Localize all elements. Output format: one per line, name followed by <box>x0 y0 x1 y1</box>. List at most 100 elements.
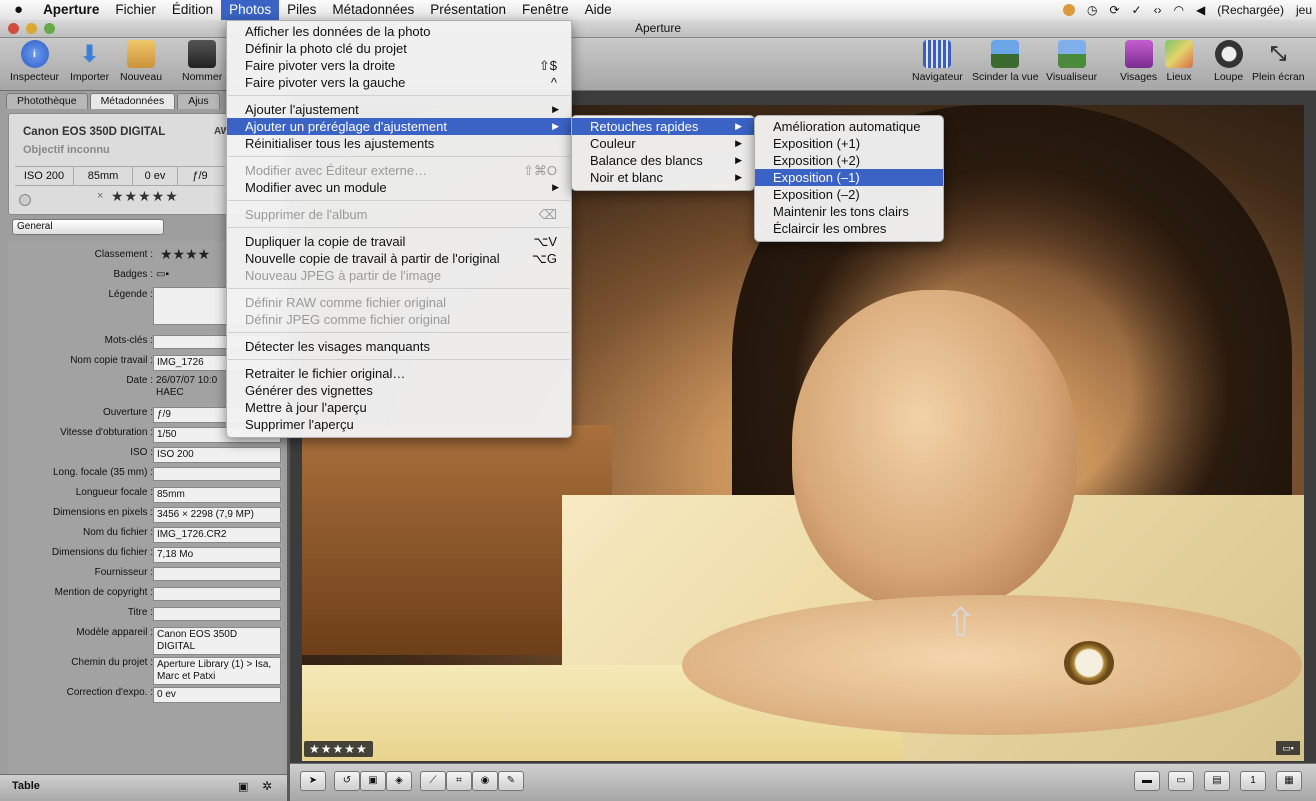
places-button[interactable]: Lieux <box>1165 40 1193 83</box>
fullscreen-button[interactable]: ⤡ Plein écran <box>1252 40 1305 84</box>
multi-view-icon[interactable]: ▦ <box>1276 771 1302 791</box>
bluetooth-icon[interactable]: ✓ <box>1132 3 1142 17</box>
menu-item-ajouter-l-ajustement[interactable]: Ajouter l'ajustement ▶ <box>227 101 571 118</box>
color-label-icon[interactable] <box>19 194 31 206</box>
new-button[interactable]: Nouveau <box>120 40 162 83</box>
menu-app-aperture[interactable]: Aperture <box>35 0 107 20</box>
menu-item-definir-la-photo-cle-du-projet[interactable]: Définir la photo clé du projet <box>227 40 571 57</box>
wifi-icon[interactable]: ◠ <box>1174 3 1184 17</box>
viewer-button[interactable]: Visualiseur <box>1046 40 1097 83</box>
supplier-input[interactable] <box>153 567 281 581</box>
exposure-strip: ISO 200 85mm 0 ev ƒ/9 <box>15 166 225 186</box>
menu-item-label: Amélioration automatique <box>773 119 921 134</box>
menu-item-exposition-1[interactable]: Exposition (–1) <box>755 169 943 186</box>
viewer-toolbar: ➤ ↺ ▣ ◈ ⟋ ⌗ ◉ ✎ ▬ ▭ ▤ 1 ▦ <box>290 763 1316 801</box>
menu-item-modifier-avec-un-module[interactable]: Modifier avec un module ▶ <box>227 179 571 196</box>
menu-item-exposition-2[interactable]: Exposition (+2) <box>755 152 943 169</box>
menu-presentation[interactable]: Présentation <box>422 0 514 20</box>
loupe-button[interactable]: Loupe <box>1214 40 1243 83</box>
menu-fenetre[interactable]: Fenêtre <box>514 0 577 20</box>
apple-menu-icon[interactable]: ● <box>0 0 35 20</box>
metadata-overlay-icon[interactable]: ▤ <box>1204 771 1230 791</box>
metadata-preset-select[interactable]: General <box>12 219 164 235</box>
view-options-icon[interactable]: ▭ <box>1168 771 1194 791</box>
reject-icon[interactable]: × <box>97 190 103 202</box>
menu-separator <box>228 200 570 201</box>
minimize-icon[interactable] <box>26 23 37 34</box>
menu-item-exposition-1[interactable]: Exposition (+1) <box>755 135 943 152</box>
menu-item-label: Noir et blanc <box>590 170 663 185</box>
field-value[interactable]: ★★★★ <box>160 246 210 263</box>
red-eye-icon[interactable]: ◉ <box>472 771 498 791</box>
rating-stars[interactable]: ★★★★★ <box>111 188 179 205</box>
single-view-icon[interactable]: 1 <box>1240 771 1266 791</box>
menu-item-shortcut: ⌥G <box>531 251 557 266</box>
rotate-left-icon[interactable]: ↺ <box>334 771 360 791</box>
pointer-tool-icon[interactable]: ➤ <box>300 771 326 791</box>
menu-edition[interactable]: Édition <box>164 0 221 20</box>
menu-aide[interactable]: Aide <box>577 0 620 20</box>
menu-item-mettre-a-jour-l-apercu[interactable]: Mettre à jour l'aperçu <box>227 399 571 416</box>
title-input[interactable] <box>153 607 281 621</box>
menu-item-supprimer-l-apercu[interactable]: Supprimer l'aperçu <box>227 416 571 433</box>
faces-button[interactable]: Visages <box>1120 40 1157 83</box>
new-project-icon <box>127 40 156 68</box>
menu-photos[interactable]: Photos <box>221 0 280 20</box>
zoom-icon[interactable] <box>44 23 55 34</box>
menu-item-ajouter-un-prereglage-d-ajustement[interactable]: Ajouter un préréglage d'ajustement ▶ <box>227 118 571 135</box>
sync-icon[interactable]: ⟳ <box>1109 3 1119 17</box>
close-icon[interactable] <box>8 23 19 34</box>
code-icon[interactable]: ‹› <box>1154 3 1162 17</box>
brush-icon[interactable]: ✎ <box>498 771 524 791</box>
menu-item-detecter-les-visages-manquants[interactable]: Détecter les visages manquants <box>227 338 571 355</box>
compass-icon[interactable] <box>1062 4 1075 16</box>
layout-icon[interactable]: ▣ <box>238 780 248 793</box>
menu-item-label: Exposition (–1) <box>773 170 860 185</box>
menu-item-dupliquer-la-copie-de-travail[interactable]: Dupliquer la copie de travail ⌥V <box>227 233 571 250</box>
menu-metadonnees[interactable]: Métadonnées <box>324 0 422 20</box>
menu-piles[interactable]: Piles <box>279 0 324 20</box>
menu-item-retraiter-le-fichier-original[interactable]: Retraiter le fichier original… <box>227 365 571 382</box>
menu-item-noir-et-blanc[interactable]: Noir et blanc ▶ <box>572 169 754 186</box>
battery-status[interactable]: (Rechargée) <box>1217 3 1284 17</box>
crop-icon[interactable]: ⌗ <box>446 771 472 791</box>
volume-icon[interactable]: ◀ <box>1196 3 1205 17</box>
filmstrip-icon[interactable]: ▬ <box>1134 771 1160 791</box>
menu-item-exposition-2[interactable]: Exposition (–2) <box>755 186 943 203</box>
clock[interactable]: jeu <box>1296 3 1312 17</box>
view-mode-label[interactable]: Table <box>12 780 40 792</box>
menu-item-maintenir-les-tons-clairs[interactable]: Maintenir les tons clairs <box>755 203 943 220</box>
menu-item-faire-pivoter-vers-la-droite[interactable]: Faire pivoter vers la droite ⇧$ <box>227 57 571 74</box>
stack-icon[interactable]: ▣ <box>360 771 386 791</box>
straighten-icon[interactable]: ⟋ <box>420 771 446 791</box>
time-machine-icon[interactable]: ◷ <box>1087 3 1097 17</box>
menu-item-generer-des-vignettes[interactable]: Générer des vignettes <box>227 382 571 399</box>
menu-item-eclaircir-les-ombres[interactable]: Éclaircir les ombres <box>755 220 943 237</box>
split-view-button[interactable]: Scinder la vue <box>972 40 1039 83</box>
tab-metadonnees[interactable]: Métadonnées <box>89 93 176 109</box>
menu-item-balance-des-blancs[interactable]: Balance des blancs ▶ <box>572 152 754 169</box>
copyright-input[interactable] <box>153 587 281 601</box>
tab-ajustements[interactable]: Ajus <box>177 93 220 109</box>
tab-phototheque[interactable]: Photothèque <box>6 93 88 109</box>
menu-fichier[interactable]: Fichier <box>107 0 164 20</box>
menu-item-faire-pivoter-vers-la-gauche[interactable]: Faire pivoter vers la gauche ^ <box>227 74 571 91</box>
menu-item-shortcut: ⌫ <box>538 207 557 222</box>
lift-stamp-icon[interactable]: ◈ <box>386 771 412 791</box>
menu-item-couleur[interactable]: Couleur ▶ <box>572 135 754 152</box>
menu-item-amelioration-automatique[interactable]: Amélioration automatique <box>755 118 943 135</box>
menu-item-retouches-rapides[interactable]: Retouches rapides ▶ <box>572 118 754 135</box>
navigator-button[interactable]: Navigateur <box>912 40 963 83</box>
menu-item-afficher-les-donnees-de-la-photo[interactable]: Afficher les données de la photo <box>227 23 571 40</box>
gear-icon[interactable]: ✲ <box>262 779 272 793</box>
arrow-up-icon[interactable]: ⇧ <box>944 603 978 643</box>
menu-item-reinitialiser-tous-les-ajustements[interactable]: Réinitialiser tous les ajustements <box>227 135 571 152</box>
menu-item-nouvelle-copie-de-travail-a-partir-de-l-original[interactable]: Nouvelle copie de travail à partir de l'… <box>227 250 571 267</box>
info-icon: i <box>20 40 49 68</box>
menu-item-label: Balance des blancs <box>590 153 703 168</box>
menu-item-modifier-avec-editeur-externe: Modifier avec Éditeur externe… ⇧⌘O <box>227 162 571 179</box>
photo-rating-badge[interactable]: ★★★★★ <box>304 741 373 757</box>
import-button[interactable]: ⬇ Importer <box>70 40 109 84</box>
name-button[interactable]: Nommer <box>182 40 222 83</box>
inspector-button[interactable]: i Inspecteur <box>10 40 59 83</box>
